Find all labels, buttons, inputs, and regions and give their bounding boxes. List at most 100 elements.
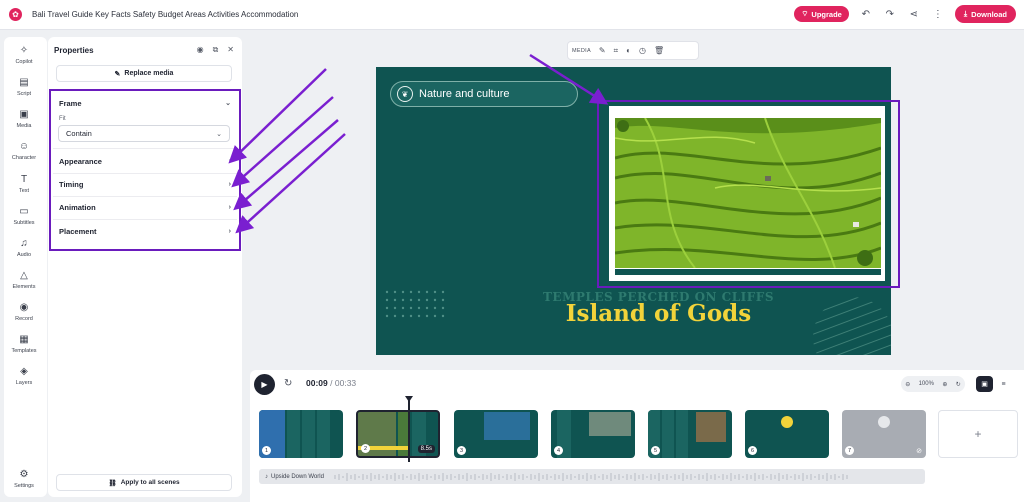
clip-number: 5 xyxy=(651,446,660,455)
clip-number: 6 xyxy=(748,446,757,455)
undo-icon[interactable]: ↶ xyxy=(859,7,873,21)
crop-icon[interactable]: ⌗ xyxy=(614,46,619,56)
download-icon: ⤓ xyxy=(963,9,968,18)
rail-item-templates[interactable]: ▦ Templates xyxy=(4,334,44,354)
rail-item-elements[interactable]: △ Elements xyxy=(4,270,44,290)
rail-label: Settings xyxy=(14,483,34,489)
media-toolbar: MEDIA ✎ ⌗ ◐ ◷ 🗑 xyxy=(567,41,699,60)
scene-clip-7[interactable]: 7 ⊘ xyxy=(842,410,926,458)
loop-icon[interactable]: ↻ xyxy=(284,378,292,389)
replace-media-label: Replace media xyxy=(124,70,174,77)
app-logo-icon[interactable]: ✿ xyxy=(9,8,22,21)
clip-number: 7 xyxy=(845,446,854,455)
timeline-panel: ▶ ↻ 00:09 / 00:33 ⊖ 100% ⊕ ↻ ▣ ≡ 1 2 8.5… xyxy=(250,370,1024,502)
project-title[interactable]: Bali Travel Guide Key Facts Safety Budge… xyxy=(32,10,298,19)
rail-label: Layers xyxy=(15,380,33,386)
clip-number: 1 xyxy=(262,446,271,455)
rail-label: Record xyxy=(15,316,33,322)
subtitles-icon: ▭ xyxy=(19,206,29,217)
properties-actions: ◉ ⧉ ✕ xyxy=(197,45,234,55)
annotation-panel-highlight xyxy=(49,89,241,251)
clip-number: 4 xyxy=(554,446,563,455)
rail-label: Script xyxy=(16,91,32,97)
settings-icon: ⚙ xyxy=(19,469,29,480)
time-display: 00:09 / 00:33 xyxy=(306,378,356,388)
pill-text: Nature and culture xyxy=(419,88,510,100)
audio-track[interactable]: ♪ Upside Down World xyxy=(259,469,925,484)
zoom-level: 100% xyxy=(918,381,934,387)
rail-label: Audio xyxy=(16,252,32,258)
playhead[interactable] xyxy=(408,400,410,462)
scene-clip-6[interactable]: 6 xyxy=(745,410,829,458)
rail-item-layers[interactable]: ◈ Layers xyxy=(4,366,44,386)
clock-icon[interactable]: ◷ xyxy=(639,46,646,55)
add-scene-button[interactable]: + xyxy=(938,410,1018,458)
scene-clip-1[interactable]: 1 xyxy=(259,410,343,458)
image-icon: ▣ xyxy=(19,109,29,120)
trash-icon[interactable]: 🗑 xyxy=(654,46,664,55)
time-separator: / xyxy=(330,378,333,388)
record-icon: ◉ xyxy=(19,302,29,313)
topic-pill[interactable]: ❦ Nature and culture xyxy=(390,81,578,107)
media-toolbar-label: MEDIA xyxy=(572,47,591,54)
scene-clip-3[interactable]: 3 xyxy=(454,410,538,458)
headline[interactable]: Island of Gods xyxy=(376,300,891,327)
hidden-eye-icon[interactable]: ⊘ xyxy=(916,447,922,455)
effects-icon[interactable]: ◐ xyxy=(626,46,631,55)
rail-label: Text xyxy=(18,188,30,194)
close-icon[interactable]: ✕ xyxy=(227,45,234,55)
scene-clip-2[interactable]: 2 8.5s xyxy=(356,410,440,458)
total-time: 00:33 xyxy=(334,378,357,388)
duplicate-icon[interactable]: ⧉ xyxy=(213,45,219,55)
rail-item-media[interactable]: ▣ Media xyxy=(4,109,44,129)
audio-waveform xyxy=(334,472,848,481)
rail-item-audio[interactable]: ♫ Audio xyxy=(4,238,44,258)
rail-label: Character xyxy=(11,155,37,161)
scene-clip-4[interactable]: 4 xyxy=(551,410,635,458)
sparkle-icon: ✧ xyxy=(19,45,29,56)
pencil-icon: ✎ xyxy=(114,70,121,78)
script-icon: ▤ xyxy=(19,77,29,88)
redo-icon[interactable]: ↷ xyxy=(883,7,897,21)
zoom-out-icon[interactable]: ⊖ xyxy=(905,381,910,388)
text-icon: T xyxy=(20,174,28,185)
download-button[interactable]: ⤓ Download xyxy=(954,5,1016,23)
rail-item-script[interactable]: ▤ Script xyxy=(4,77,44,97)
rail-label: Subtitles xyxy=(13,220,35,226)
apply-all-label: Apply to all scenes xyxy=(120,479,180,486)
rail-label: Elements xyxy=(12,284,36,290)
replace-media-button[interactable]: ✎ Replace media xyxy=(56,65,232,82)
music-note-icon: ♪ xyxy=(265,473,268,480)
left-rail: ✧ Copilot ▤ Script ▣ Media ☺ Character T… xyxy=(4,37,47,497)
rail-item-settings[interactable]: ⚙ Settings xyxy=(4,469,44,489)
rail-label: Media xyxy=(16,123,32,129)
play-button[interactable]: ▶ xyxy=(254,374,275,395)
rail-item-record[interactable]: ◉ Record xyxy=(4,302,44,322)
shapes-icon: △ xyxy=(20,270,28,281)
more-options-icon[interactable]: ⋮ xyxy=(931,7,945,21)
top-bar: ✿ Bali Travel Guide Key Facts Safety Bud… xyxy=(0,0,1024,30)
eye-icon[interactable]: ◉ xyxy=(197,45,204,55)
scene-clip-5[interactable]: 5 xyxy=(648,410,732,458)
list-view-button[interactable]: ≡ xyxy=(995,376,1012,392)
rail-item-character[interactable]: ☺ Character xyxy=(4,141,44,161)
link-icon: ⛓ xyxy=(108,479,117,487)
fit-icon[interactable]: ↻ xyxy=(956,381,961,388)
rail-item-text[interactable]: T Text xyxy=(4,174,44,194)
share-icon[interactable]: ⋖ xyxy=(907,7,921,21)
pencil-icon[interactable]: ✎ xyxy=(599,46,606,55)
apply-to-all-scenes-button[interactable]: ⛓ Apply to all scenes xyxy=(56,474,232,491)
wifi-icon: ⌔ xyxy=(801,9,809,18)
zoom-in-icon[interactable]: ⊕ xyxy=(942,381,947,388)
person-icon: ☺ xyxy=(18,141,30,152)
rail-label: Copilot xyxy=(15,59,33,65)
rail-item-subtitles[interactable]: ▭ Subtitles xyxy=(4,206,44,226)
upgrade-button[interactable]: ⌔ Upgrade xyxy=(794,6,849,22)
layers-icon: ◈ xyxy=(20,366,28,377)
rail-label: Templates xyxy=(11,348,37,354)
scene-view-button[interactable]: ▣ xyxy=(976,376,993,392)
audio-track-name: Upside Down World xyxy=(271,473,324,480)
zoom-control: ⊖ 100% ⊕ ↻ xyxy=(901,376,965,392)
music-icon: ♫ xyxy=(20,238,28,249)
rail-item-copilot[interactable]: ✧ Copilot xyxy=(4,45,44,65)
